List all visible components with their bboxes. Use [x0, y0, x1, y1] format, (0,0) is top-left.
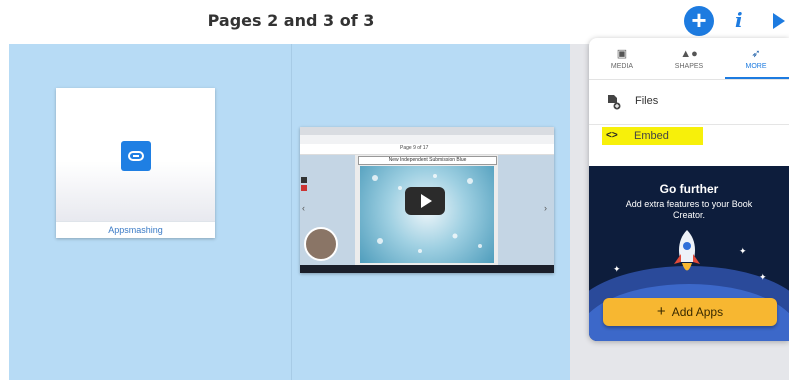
avatar — [304, 227, 338, 261]
file-plus-icon — [607, 94, 621, 113]
video-embed[interactable]: Page 9 of 17 New Independent Submission … — [300, 127, 554, 273]
promo-card: ✦ ✦ ✦ Go further Add extra features to y… — [589, 166, 789, 341]
play-icon[interactable] — [773, 13, 785, 29]
insert-panel: ▣ MEDIA ▲● SHAPES ➶ MORE Files <> Embed … — [589, 38, 789, 341]
side-control — [301, 185, 307, 191]
side-control — [301, 177, 307, 183]
divider — [589, 79, 789, 80]
embed-item[interactable]: <> Embed — [602, 127, 703, 145]
star-icon: ✦ — [759, 272, 767, 282]
add-button[interactable]: + — [684, 6, 714, 36]
tab-shapes[interactable]: ▲● SHAPES — [656, 38, 722, 78]
info-button[interactable]: i — [735, 8, 743, 32]
tab-shapes-label: SHAPES — [674, 63, 704, 70]
rocket-icon — [669, 228, 705, 280]
star-icon: ✦ — [739, 246, 747, 256]
files-label: Files — [635, 95, 659, 107]
link-icon — [121, 141, 151, 171]
page-divider — [291, 44, 292, 380]
embedded-caption: New Independent Submission Blue — [358, 156, 497, 165]
tab-media[interactable]: ▣ MEDIA — [589, 38, 655, 78]
link-widget[interactable]: Appsmashing — [56, 88, 215, 238]
chevron-right-icon: › — [544, 203, 547, 213]
shapes-icon: ▲● — [680, 48, 698, 60]
chevron-left-icon: ‹ — [302, 203, 305, 213]
star-icon: ✦ — [613, 264, 621, 274]
divider — [589, 124, 789, 125]
browser-tab-strip — [300, 127, 554, 135]
link-widget-label: Appsmashing — [56, 221, 215, 239]
promo-text: Add extra features to your Book Creator. — [625, 199, 753, 220]
rocket-icon: ➶ — [751, 48, 761, 60]
files-item[interactable]: Files — [589, 88, 789, 114]
promo-title: Go further — [659, 182, 719, 196]
taskbar — [300, 265, 554, 273]
play-icon — [421, 194, 432, 208]
code-icon: <> — [606, 130, 618, 141]
add-apps-label: Add Apps — [671, 305, 724, 319]
embed-label: Embed — [634, 130, 669, 142]
tab-more[interactable]: ➶ MORE — [723, 38, 789, 78]
tab-more-label: MORE — [745, 63, 767, 70]
plus-icon: + — [656, 303, 666, 320]
embedded-page-title: Page 9 of 17 — [400, 145, 429, 151]
browser-address-bar — [300, 135, 554, 144]
tab-media-label: MEDIA — [610, 63, 634, 70]
page-title: Pages 2 and 3 of 3 — [207, 11, 375, 30]
add-apps-button[interactable]: + Add Apps — [603, 298, 777, 326]
media-icon: ▣ — [616, 48, 628, 60]
plus-icon: + — [691, 5, 707, 35]
